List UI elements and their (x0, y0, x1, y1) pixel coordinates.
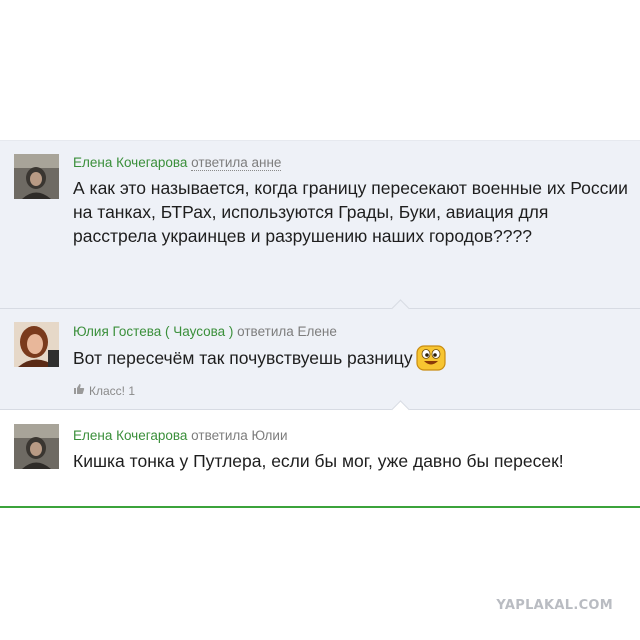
avatar[interactable] (14, 154, 59, 199)
comment-meta: Елена Кочегарова ответила Юлии (73, 428, 630, 444)
site-watermark: YAPLAKAL.COM (496, 598, 613, 613)
grinning-emoji-icon (415, 345, 446, 377)
comment-item: Юлия Гостева ( Чаусова ) ответила Елене … (0, 299, 640, 409)
author-link[interactable]: Елена Кочегарова (73, 428, 187, 443)
avatar[interactable] (14, 322, 59, 367)
comment-text-row: Вот пересечём так почувствуешь разницу (73, 345, 630, 377)
comment-meta: Елена Кочегарова ответила анне (73, 155, 630, 171)
like-count-label: Класс! 1 (89, 383, 136, 398)
comment-text: Кишка тонка у Путлера, если бы мог, уже … (73, 451, 564, 471)
comment-thread: Елена Кочегарова ответила анне А как это… (0, 140, 640, 508)
like-row[interactable]: Класс! 1 (73, 383, 630, 398)
comment-meta: Юлия Гостева ( Чаусова ) ответила Елене (73, 324, 630, 340)
comment-text: А как это называется, когда границу пере… (73, 178, 628, 246)
comment-item: Елена Кочегарова ответила анне А как это… (0, 140, 640, 308)
author-link[interactable]: Елена Кочегарова (73, 155, 187, 170)
avatar[interactable] (14, 424, 59, 469)
thumbs-up-icon (73, 383, 85, 398)
reply-to-link[interactable]: ответила анне (191, 155, 282, 171)
comment-text: Вот пересечём так почувствуешь разницу (73, 348, 413, 368)
reply-to-link[interactable]: ответила Юлии (191, 428, 287, 443)
reply-to-link[interactable]: ответила Елене (237, 324, 337, 339)
comment-item: Елена Кочегарова ответила Юлии Кишка тон… (0, 400, 640, 508)
author-link[interactable]: Юлия Гостева ( Чаусова ) (73, 324, 233, 339)
